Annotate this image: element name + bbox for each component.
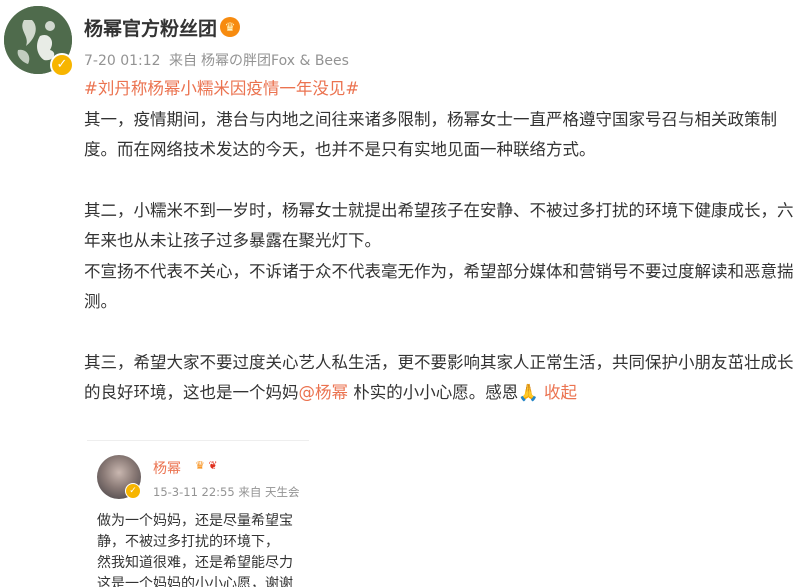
quoted-ribbon-icon: ❦ [208, 459, 218, 472]
quoted-badges: ♛ ❦ [195, 459, 218, 472]
source-prefix: 来自 [169, 53, 198, 69]
quoted-meta: 15-3-11 22:55 来自 天生会 [153, 484, 300, 500]
quoted-timestamp: 15-3-11 22:55 [153, 485, 235, 499]
post-text: #刘丹称杨幂小糯米因疫情一年没见# 其一，疫情期间，港台与内地之间往来诸多限制，… [84, 74, 806, 409]
quoted-line: 静，不被过多打扰的环境下， [97, 534, 279, 550]
quoted-username: 杨幂 [153, 461, 181, 477]
quoted-crown-icon: ♛ [195, 459, 205, 472]
paragraph-4: 其三，希望大家不要过度关心艺人私生活，更不要影响其家人正常生活，共同保护小朋友茁… [84, 348, 806, 409]
paragraph-2: 其二，小糯米不到一岁时，杨幂女士就提出希望孩子在安静、不被过多打扰的环境下健康成… [84, 200, 794, 251]
crown-badge-icon[interactable]: ♛ [220, 17, 240, 37]
quoted-post-image[interactable]: ✓ 杨幂 ♛ ❦ 15-3-11 22:55 来自 天生会 做为一个妈妈，还是尽… [87, 440, 309, 587]
paragraph-3: 不宣扬不代表不关心，不诉诸于众不代表毫无作为，希望部分媒体和营销号不要过度解读和… [84, 261, 794, 312]
quoted-line: 这是一个妈妈的小小心愿，谢谢 [97, 576, 293, 587]
quoted-source: 来自 天生会 [238, 485, 300, 499]
paragraph-1: 其一，疫情期间，港台与内地之间往来诸多限制，杨幂女士一直严格遵守国家号召与相关政… [84, 109, 777, 160]
pray-emoji-icon: 🙏 [518, 383, 539, 402]
quoted-line: 然我知道很难，还是希望能尽力 [97, 555, 293, 571]
post-meta: 7-20 01:12 来自 杨幂の胖团Fox & Bees [84, 50, 353, 70]
quoted-text: 做为一个妈妈，还是尽量希望宝 静，不被过多打扰的环境下， 然我知道很难，还是希望… [97, 511, 309, 587]
username[interactable]: 杨幂官方粉丝团 [84, 14, 217, 41]
quoted-verified-icon: ✓ [125, 483, 141, 499]
collapse-button[interactable]: 收起 [539, 383, 577, 402]
mention-link[interactable]: @杨幂 [299, 383, 349, 402]
closing-text: 朴实的小小心愿。感恩 [348, 383, 519, 402]
timestamp[interactable]: 7-20 01:12 [84, 53, 161, 69]
quoted-line: 做为一个妈妈，还是尽量希望宝 [97, 513, 293, 529]
source-link[interactable]: 杨幂の胖团Fox & Bees [201, 53, 349, 69]
verified-icon: ✓ [50, 53, 74, 77]
hashtag-link[interactable]: #刘丹称杨幂小糯米因疫情一年没见# [84, 79, 359, 98]
